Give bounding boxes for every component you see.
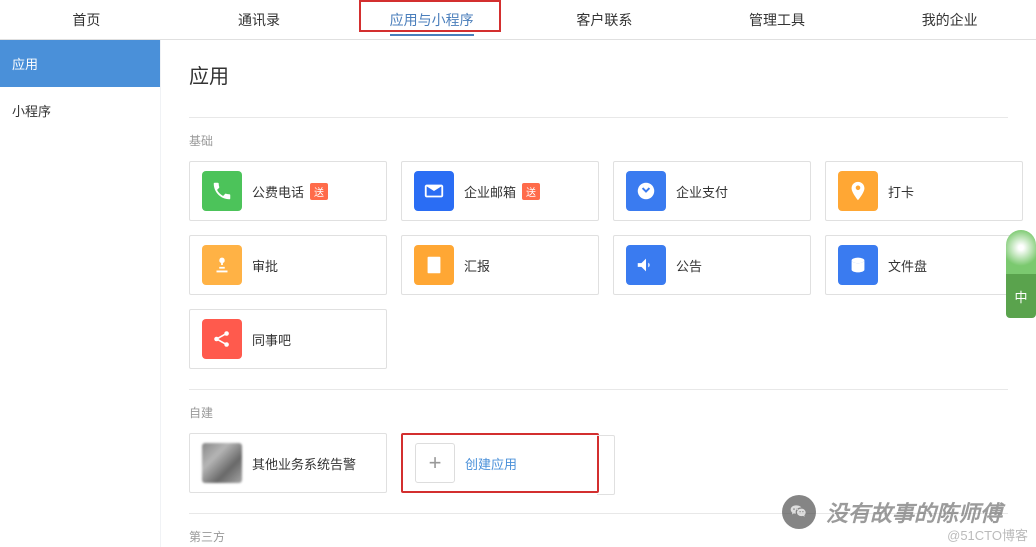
watermark-blog: @51CTO博客: [947, 525, 1028, 544]
app-name: 汇报: [464, 256, 490, 275]
app-card-custom-alert[interactable]: 其他业务系统告警: [189, 433, 387, 493]
wechat-icon: [782, 495, 816, 529]
section-basic: 基础 公费电话 送 企业邮箱 送: [189, 117, 1008, 369]
section-custom-label: 自建: [189, 404, 1008, 421]
app-card-mail[interactable]: 企业邮箱 送: [401, 161, 599, 221]
stamp-icon: [202, 245, 242, 285]
app-name: 打卡: [888, 182, 914, 201]
nav-clients[interactable]: 客户联系: [518, 0, 691, 40]
share-icon: [202, 319, 242, 359]
app-name: 其他业务系统告警: [252, 454, 356, 473]
pin-icon: [838, 171, 878, 211]
app-card-report[interactable]: 汇报: [401, 235, 599, 295]
app-card-clockin[interactable]: 打卡: [825, 161, 1023, 221]
content: 应用 基础 公费电话 送 企业邮箱 送: [161, 40, 1036, 547]
nav-apps[interactable]: 应用与小程序: [345, 0, 518, 40]
watermark-wechat: 没有故事的陈师傅: [782, 495, 1002, 529]
nav-company[interactable]: 我的企业: [863, 0, 1036, 40]
app-card-colleague[interactable]: 同事吧: [189, 309, 387, 369]
badge: 送: [522, 183, 540, 200]
nav-contacts[interactable]: 通讯录: [173, 0, 346, 40]
nav-home[interactable]: 首页: [0, 0, 173, 40]
disk-icon: [838, 245, 878, 285]
main: 应用 小程序 应用 基础 公费电话 送 企业邮箱 送: [0, 40, 1036, 547]
pay-icon: [626, 171, 666, 211]
app-name: 企业邮箱: [464, 182, 516, 201]
custom-app-grid: 其他业务系统告警 + 创建应用: [189, 433, 1008, 493]
app-name: 同事吧: [252, 330, 291, 349]
app-card-announce[interactable]: 公告: [613, 235, 811, 295]
plus-icon: +: [415, 443, 455, 483]
mail-icon: [414, 171, 454, 211]
floating-badge-icon: [1006, 230, 1036, 274]
app-name: 公告: [676, 256, 702, 275]
app-card-pay[interactable]: 企业支付: [613, 161, 811, 221]
nav-tools[interactable]: 管理工具: [691, 0, 864, 40]
app-card-files[interactable]: 文件盘: [825, 235, 1023, 295]
app-card-approve[interactable]: 审批: [189, 235, 387, 295]
create-app-button[interactable]: + 创建应用: [401, 433, 599, 493]
card-stub: [597, 435, 615, 495]
sidebar-item-miniapp[interactable]: 小程序: [0, 87, 160, 134]
app-name: 公费电话: [252, 182, 304, 201]
app-name: 文件盘: [888, 256, 927, 275]
section-custom: 自建 其他业务系统告警 + 创建应用: [189, 389, 1008, 493]
report-icon: [414, 245, 454, 285]
floating-badge[interactable]: 中: [1006, 230, 1036, 318]
page-title: 应用: [189, 60, 1008, 89]
section-third-label: 第三方: [189, 528, 1008, 545]
floating-badge-label: 中: [1006, 274, 1036, 318]
announce-icon: [626, 245, 666, 285]
app-card-phone[interactable]: 公费电话 送: [189, 161, 387, 221]
section-basic-label: 基础: [189, 132, 1008, 149]
app-name: 企业支付: [676, 182, 728, 201]
watermark-wechat-text: 没有故事的陈师傅: [826, 496, 1002, 528]
avatar-icon: [202, 443, 242, 483]
phone-icon: [202, 171, 242, 211]
basic-app-grid: 公费电话 送 企业邮箱 送 企业支付: [189, 161, 1008, 369]
sidebar-item-apps[interactable]: 应用: [0, 40, 160, 87]
top-nav: 首页 通讯录 应用与小程序 客户联系 管理工具 我的企业: [0, 0, 1036, 40]
sidebar: 应用 小程序: [0, 40, 160, 547]
create-app-label: 创建应用: [465, 454, 517, 473]
app-name: 审批: [252, 256, 278, 275]
badge: 送: [310, 183, 328, 200]
